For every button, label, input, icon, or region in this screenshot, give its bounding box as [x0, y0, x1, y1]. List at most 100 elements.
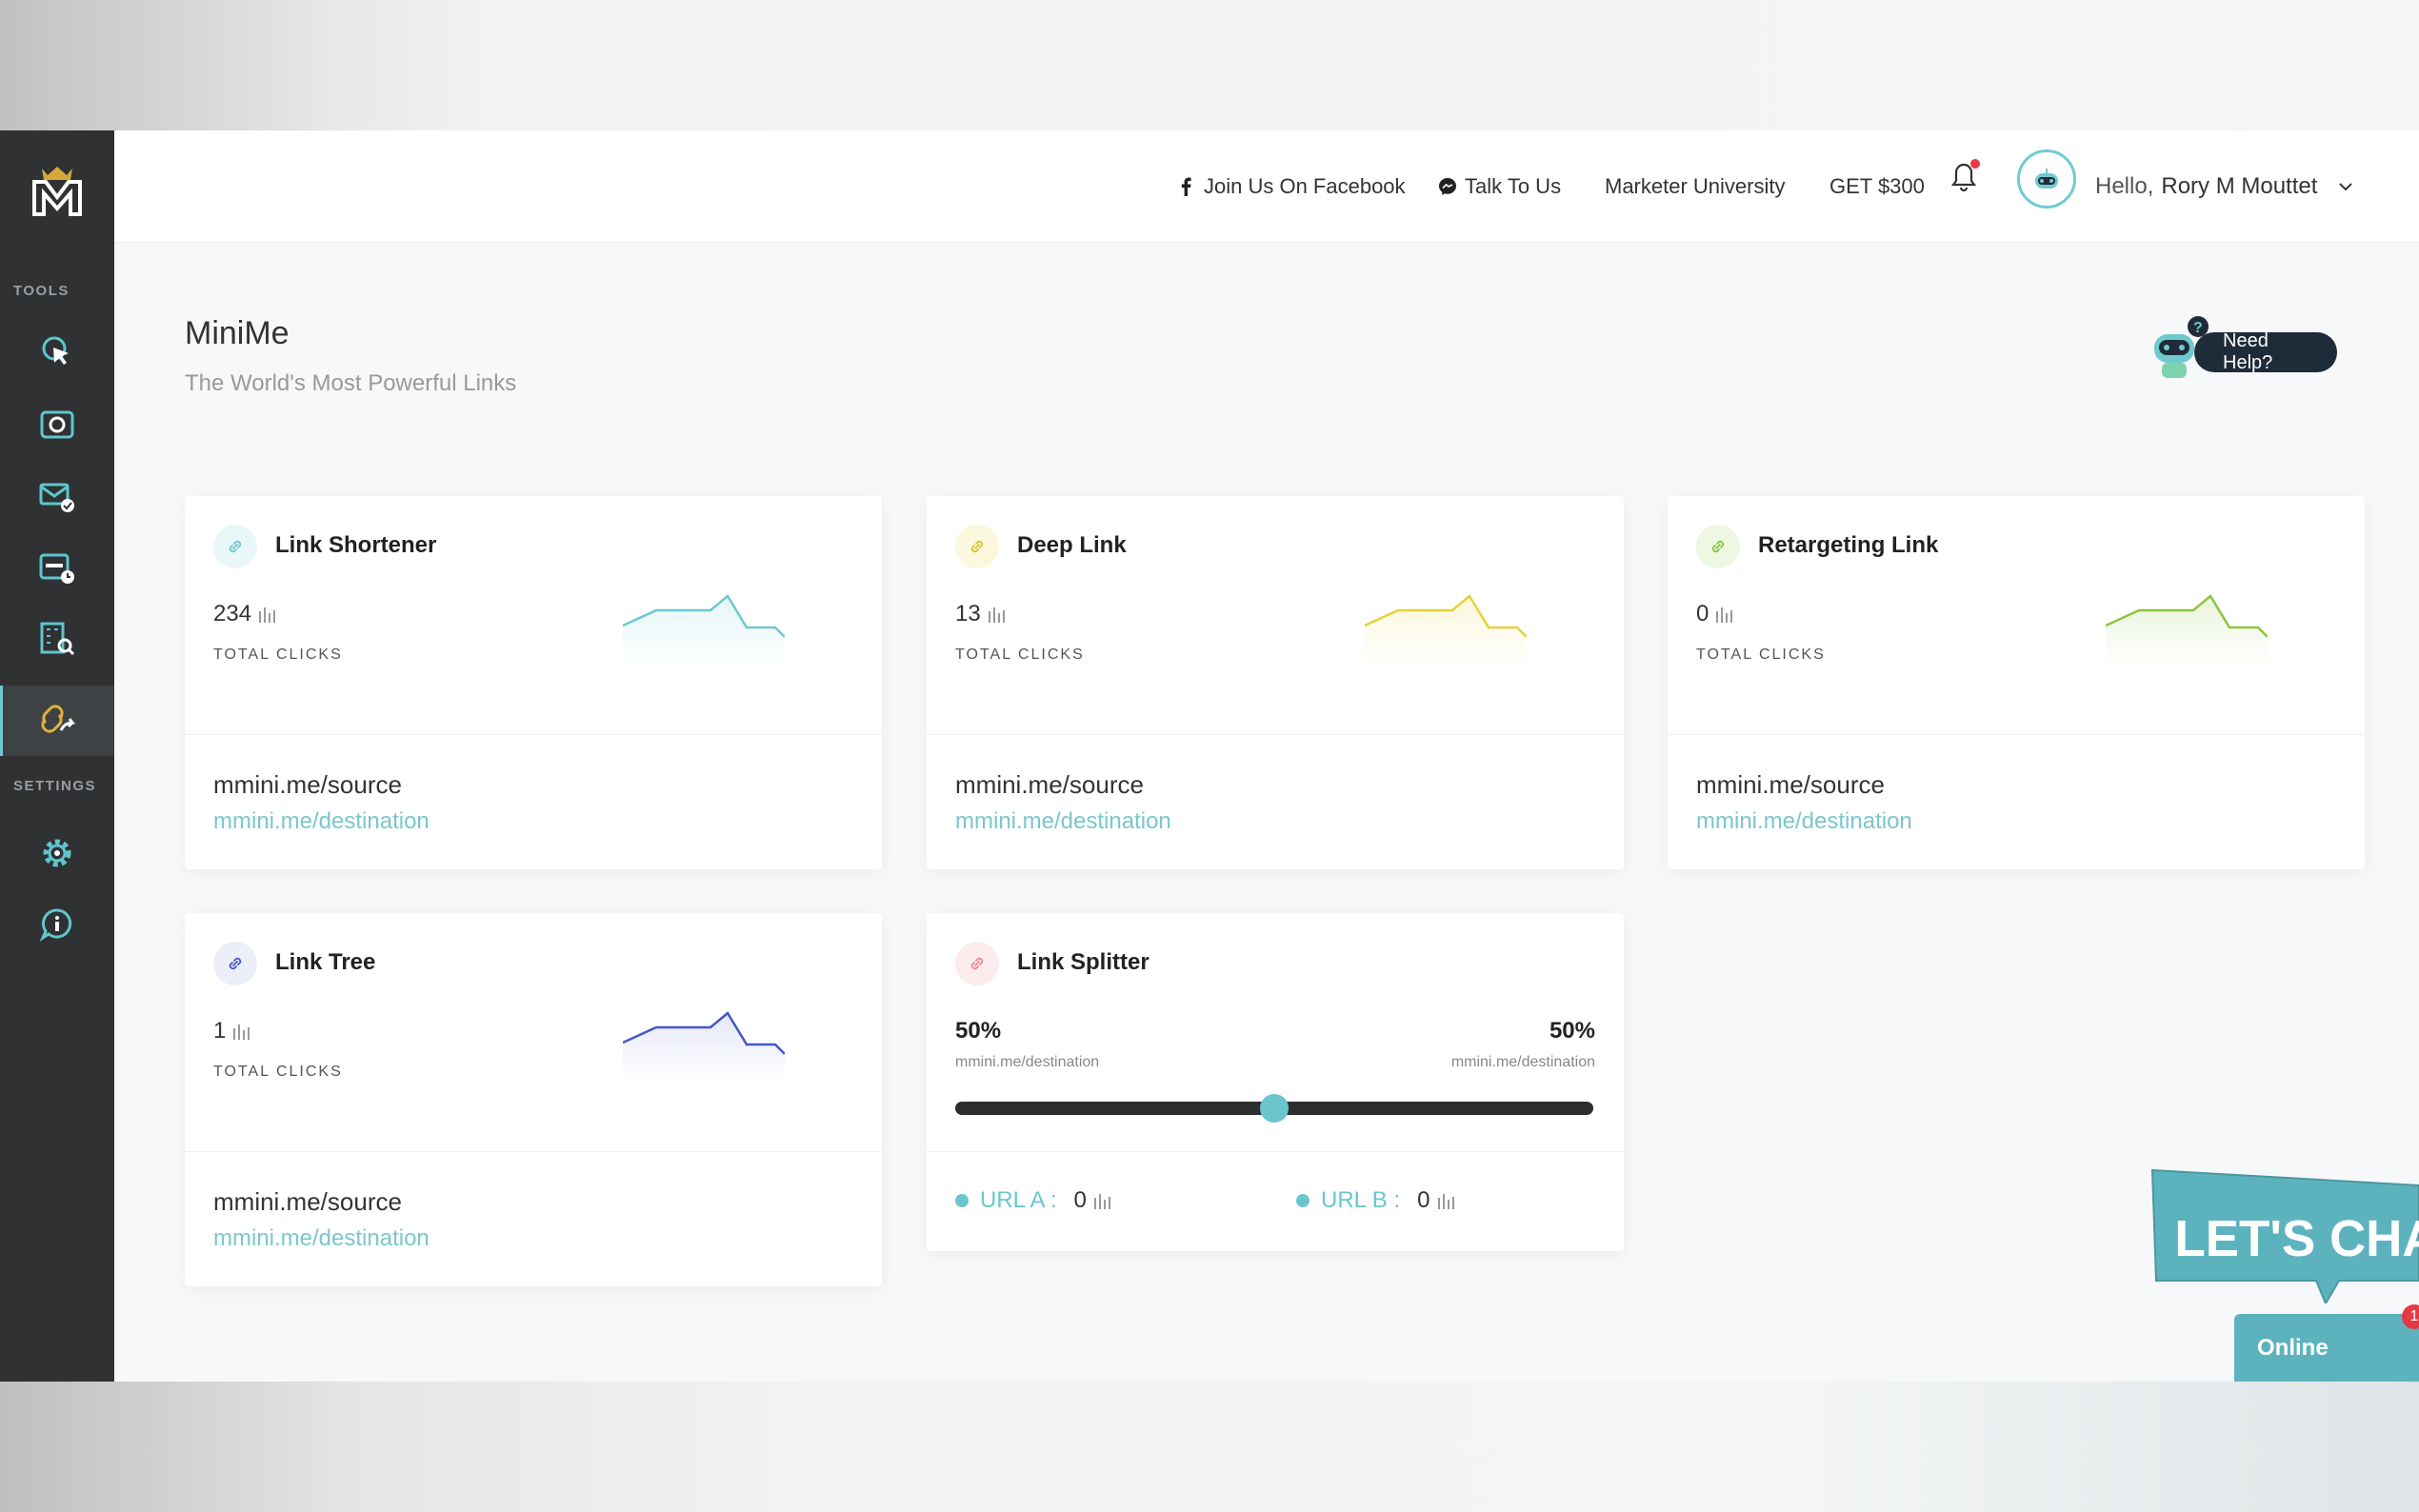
marketer-university-link[interactable]: Marketer University	[1605, 130, 1785, 243]
sidebar-item-cursor[interactable]	[0, 316, 114, 387]
clicks-number: 13	[955, 601, 981, 627]
sparkline-chart	[623, 594, 785, 667]
need-help-button[interactable]: Need Help? ?	[2147, 313, 2337, 389]
deep-link-icon-wrap	[955, 525, 999, 568]
url-a-dot	[955, 1194, 969, 1207]
split-slider[interactable]	[955, 1094, 1593, 1123]
url-a-stat: URL A : 0	[955, 1187, 1113, 1214]
tools-label: TOOLS	[13, 283, 70, 299]
robot-help-icon: ?	[2154, 316, 2209, 378]
user-menu[interactable]: Hello, Rory M Mouttet	[2095, 130, 2355, 243]
chat-online-button[interactable]: Online	[2234, 1314, 2419, 1382]
talk-to-us-label: Talk To Us	[1465, 174, 1562, 198]
retargeting-icon-wrap	[1696, 525, 1740, 568]
total-clicks-label: TOTAL CLICKS	[213, 1064, 343, 1080]
link-icon	[970, 540, 984, 553]
link-shortener-card[interactable]: Link Shortener 234 TOTAL CLICKS mmini.me…	[185, 496, 882, 869]
get-300-link[interactable]: GET $300	[1829, 130, 1925, 243]
cursor-click-icon	[42, 336, 69, 365]
page-title: MiniMe	[185, 315, 290, 351]
need-help-label: Need Help?	[2194, 330, 2337, 373]
link-shortener-icon-wrap	[213, 525, 257, 568]
split-right-percent: 50%	[1549, 1018, 1595, 1044]
url-b-label: URL B :	[1321, 1187, 1401, 1213]
url-a-value-wrap: 0	[1073, 1187, 1112, 1214]
lets-chat-bubble[interactable]: LET'S CHAT!	[2149, 1168, 2419, 1303]
user-name: Rory M Mouttet	[2161, 173, 2318, 199]
url-a-value: 0	[1073, 1187, 1087, 1213]
card-divider	[927, 1151, 1624, 1152]
bottom-background	[0, 1382, 2419, 1512]
card-title: Link Splitter	[1017, 949, 1150, 975]
total-clicks-value: 234	[213, 601, 278, 627]
sidebar-item-mail[interactable]	[0, 461, 114, 531]
split-slider-handle[interactable]	[1260, 1094, 1289, 1123]
page-subtitle: The World's Most Powerful Links	[185, 370, 517, 396]
calendar-clock-icon	[39, 553, 74, 584]
sidebar-item-info[interactable]	[0, 889, 114, 960]
sidebar-item-settings[interactable]	[0, 818, 114, 888]
camera-icon	[40, 410, 74, 439]
bar-chart-icon	[1437, 1194, 1454, 1209]
destination-url[interactable]: mmini.me/destination	[1696, 808, 1912, 835]
bar-chart-icon	[1716, 607, 1733, 623]
link-tree-card[interactable]: Link Tree 1 TOTAL CLICKS mmini.me/source…	[185, 913, 882, 1286]
sparkline-chart	[623, 1011, 785, 1084]
deep-link-card[interactable]: Deep Link 13 TOTAL CLICKS mmini.me/sourc…	[927, 496, 1624, 869]
url-b-stat: URL B : 0	[1296, 1187, 1457, 1214]
bar-chart-icon	[1093, 1194, 1110, 1209]
link-icon	[229, 957, 242, 970]
source-url: mmini.me/source	[1696, 770, 1885, 799]
bar-chart-icon	[233, 1025, 250, 1040]
bell-icon	[1950, 159, 1980, 192]
robot-avatar-icon	[2035, 169, 2058, 189]
card-title: Link Tree	[275, 949, 376, 975]
notification-bell[interactable]	[1948, 156, 1982, 194]
facebook-link[interactable]: Join Us On Facebook	[1177, 130, 1406, 243]
chevron-down-icon	[2339, 183, 2353, 191]
destination-url[interactable]: mmini.me/destination	[213, 1225, 430, 1252]
split-right-destination: mmini.me/destination	[1450, 1054, 1595, 1070]
card-title: Deep Link	[1017, 532, 1127, 558]
chat-status: Online	[2257, 1334, 2329, 1361]
sidebar-item-links[interactable]	[0, 686, 114, 756]
avatar[interactable]	[2017, 149, 2076, 209]
url-b-dot	[1296, 1194, 1309, 1207]
split-left-destination: mmini.me/destination	[955, 1054, 1100, 1070]
logo[interactable]	[29, 165, 86, 218]
facebook-link-label: Join Us On Facebook	[1204, 174, 1406, 198]
card-divider	[185, 1151, 882, 1152]
link-splitter-card[interactable]: Link Splitter 50% 50% mmini.me/destinati…	[927, 913, 1624, 1251]
total-clicks-label: TOTAL CLICKS	[955, 647, 1085, 663]
total-clicks-label: TOTAL CLICKS	[213, 647, 343, 663]
sparkline-chart	[1365, 594, 1527, 667]
total-clicks-value: 0	[1696, 601, 1735, 627]
sidebar-item-calendar[interactable]	[0, 532, 114, 603]
sidebar-item-building[interactable]	[0, 604, 114, 674]
building-search-icon	[40, 622, 75, 656]
retargeting-link-card[interactable]: Retargeting Link 0 TOTAL CLICKS mmini.me…	[1668, 496, 2365, 869]
settings-label: SETTINGS	[13, 778, 97, 794]
clicks-number: 0	[1696, 601, 1709, 627]
gear-icon	[43, 839, 71, 867]
link-share-icon	[40, 705, 75, 733]
source-url: mmini.me/source	[213, 1187, 402, 1216]
total-clicks-label: TOTAL CLICKS	[1696, 647, 1826, 663]
url-b-value-wrap: 0	[1417, 1187, 1456, 1214]
link-tree-icon-wrap	[213, 942, 257, 985]
messenger-icon	[1439, 178, 1456, 195]
bar-chart-icon	[259, 607, 276, 623]
url-b-value: 0	[1417, 1187, 1430, 1213]
app-window: TOOLS SETTINGS Join Us On Facebook Talk …	[0, 130, 2419, 1382]
card-title: Link Shortener	[275, 532, 437, 558]
card-divider	[185, 734, 882, 735]
destination-url[interactable]: mmini.me/destination	[213, 808, 430, 835]
hello-text: Hello,	[2095, 173, 2154, 199]
clicks-number: 1	[213, 1018, 227, 1044]
link-icon	[1711, 540, 1725, 553]
mail-check-icon	[39, 483, 74, 512]
talk-to-us-link[interactable]: Talk To Us	[1438, 130, 1561, 243]
destination-url[interactable]: mmini.me/destination	[955, 808, 1171, 835]
sidebar: TOOLS SETTINGS	[0, 130, 114, 1382]
sidebar-item-camera[interactable]	[0, 389, 114, 460]
